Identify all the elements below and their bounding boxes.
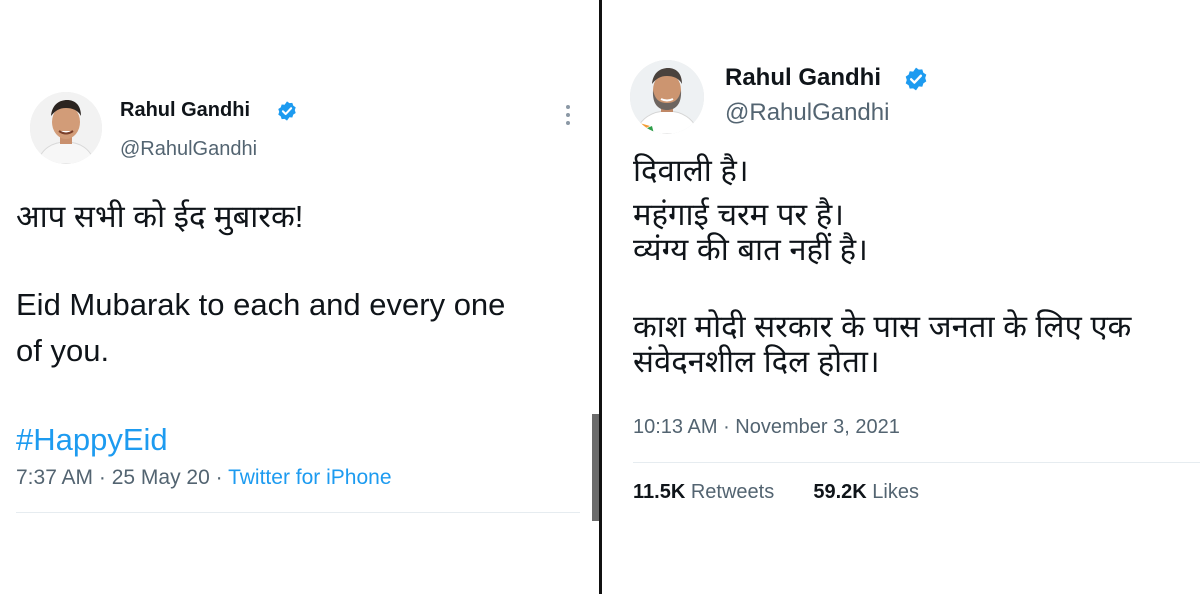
retweets-label: Retweets — [690, 481, 775, 503]
avatar[interactable] — [630, 60, 704, 134]
tweet-text-hindi: आप सभी को ईद मुबारक! — [16, 199, 304, 234]
avatar-image — [30, 92, 102, 164]
author-handle[interactable]: @RahulGandhi — [120, 138, 257, 161]
avatar[interactable] — [30, 92, 102, 164]
tweet-text-english-line-2: of you. — [16, 333, 110, 368]
tweet-card-diwali: Rahul Gandhi @RahulGandhi दिवाली है। महं… — [603, 0, 1200, 594]
likes-label: Likes — [872, 481, 919, 503]
tweet-card-eid: Rahul Gandhi @RahulGandhi आप सभी को ईद म… — [0, 0, 600, 594]
tweet-time[interactable]: 7:37 AM — [16, 466, 93, 489]
tweet-stats: 11.5K Retweets 59.2K Likes — [633, 481, 919, 504]
retweets-count: 11.5K — [633, 481, 686, 503]
tweet-date[interactable]: 25 May 20 — [112, 466, 210, 489]
tweet-text-line-1: दिवाली है। — [633, 153, 749, 188]
verified-badge-icon — [905, 67, 927, 91]
author-handle[interactable]: @RahulGandhi — [725, 99, 889, 127]
retweets-stat[interactable]: 11.5K Retweets — [633, 481, 774, 503]
tweet-time[interactable]: 10:13 AM — [633, 416, 718, 438]
divider-line — [16, 512, 580, 513]
author-name[interactable]: Rahul Gandhi — [120, 99, 250, 122]
tweet-text-line-3: व्यंग्य की बात नहीं है। — [633, 232, 868, 267]
author-name[interactable]: Rahul Gandhi — [725, 64, 881, 92]
verified-badge-icon — [278, 101, 296, 121]
meta-separator: · — [93, 466, 112, 489]
tweet-source-link[interactable]: Twitter for iPhone — [228, 466, 391, 489]
tweet-text-english-line-1: Eid Mubarak to each and every one — [16, 287, 506, 322]
tweet-meta: 10:13 AM · November 3, 2021 — [633, 416, 900, 439]
avatar-image — [630, 60, 704, 134]
scrollbar-thumb[interactable] — [592, 414, 599, 521]
tweet-text-line-5: संवेदनशील दिल होता। — [633, 344, 880, 379]
more-vertical-icon[interactable] — [563, 104, 573, 126]
meta-separator: · — [717, 416, 736, 438]
likes-count: 59.2K — [813, 481, 867, 503]
meta-separator: · — [209, 466, 229, 489]
tweet-date[interactable]: November 3, 2021 — [735, 416, 900, 438]
likes-stat[interactable]: 59.2K Likes — [813, 481, 919, 503]
divider-line — [633, 462, 1200, 463]
hashtag-link[interactable]: #HappyEid — [16, 422, 168, 458]
tweet-meta: 7:37 AM · 25 May 20 · Twitter for iPhone — [16, 466, 392, 490]
panel-divider — [599, 0, 602, 594]
